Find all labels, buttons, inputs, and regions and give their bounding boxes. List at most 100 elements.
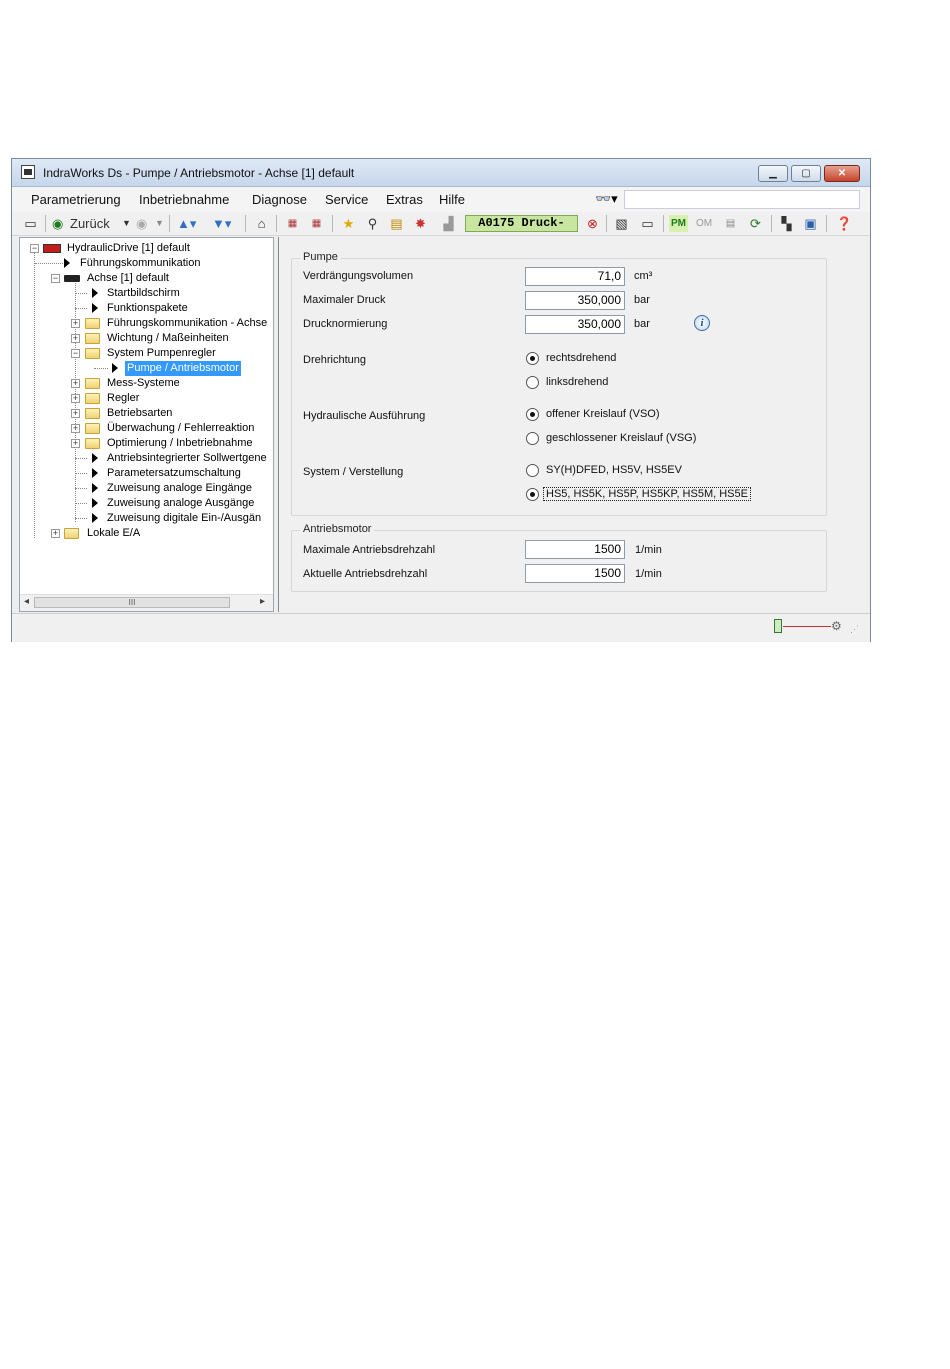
parameter-arrow-icon: [92, 288, 98, 298]
forward-dropdown-icon[interactable]: ▼: [155, 215, 164, 232]
favorite-star-icon[interactable]: ★: [340, 215, 357, 232]
axis-icon: [64, 275, 80, 282]
max-drehzahl-field[interactable]: 1500: [525, 540, 625, 559]
parameter-save-icon[interactable]: ▦: [308, 215, 325, 232]
binoculars-icon[interactable]: ⚲: [364, 215, 381, 232]
scroll-left-icon[interactable]: ◂: [24, 596, 29, 607]
druck-field[interactable]: 350,000: [525, 291, 625, 310]
expand-icon[interactable]: +: [71, 424, 80, 433]
verdraengung-unit: cm³: [634, 270, 653, 282]
parameter-arrow-icon: [64, 258, 70, 268]
expand-icon[interactable]: +: [71, 439, 80, 448]
window-arrange-icon[interactable]: ▚: [778, 215, 795, 232]
oscilloscope-icon[interactable]: ▧: [613, 215, 630, 232]
binoculars-search-icon[interactable]: 👓▾: [595, 191, 618, 207]
scroll-thumb[interactable]: III: [34, 597, 230, 608]
drive-device-icon: [43, 244, 61, 253]
menu-parametrierung[interactable]: Parametrierung: [31, 192, 121, 207]
resize-grip-icon[interactable]: ⋰: [850, 624, 859, 635]
home-icon[interactable]: ⌂: [253, 215, 270, 232]
back-arrow-icon[interactable]: ◉: [52, 215, 63, 232]
tree-connector: [75, 518, 87, 520]
mode-icon[interactable]: ▤: [722, 215, 739, 232]
om-mode-button[interactable]: OM: [696, 215, 712, 232]
parameter-load-icon[interactable]: ▦: [284, 215, 301, 232]
sy-dfed-radio[interactable]: [526, 464, 539, 477]
offener-kreislauf-radio[interactable]: [526, 408, 539, 421]
tree-connector: [75, 473, 87, 475]
device-status-icon[interactable]: ▟: [440, 215, 457, 232]
folder-icon: [85, 333, 100, 344]
linksdrehend-label[interactable]: linksdrehend: [546, 376, 608, 388]
close-button[interactable]: ✕: [824, 165, 860, 182]
tree-connector: [34, 250, 36, 538]
connection-line-icon: [783, 626, 831, 627]
back-button[interactable]: Zurück: [70, 215, 110, 232]
verdraengung-field[interactable]: 71,0: [525, 267, 625, 286]
menu-hilfe[interactable]: Hilfe: [439, 192, 465, 207]
title-bar: IndraWorks Ds - Pumpe / Antriebsmotor - …: [12, 159, 870, 187]
toolbar: ▭ ◉ Zurück ▼ ◉ ▼ ▲▾ ▼▾ ⌂ ▦ ▦ ★ ⚲ ▤ ✸ ▟ A…: [12, 212, 870, 236]
druck-unit: bar: [634, 294, 650, 306]
menu-diagnose[interactable]: Diagnose: [252, 192, 307, 207]
collapse-icon[interactable]: −: [30, 244, 39, 253]
clear-error-icon[interactable]: ⊗: [584, 215, 601, 232]
monitor-icon[interactable]: ▭: [639, 215, 656, 232]
tree-connector: [75, 458, 87, 460]
help-icon[interactable]: ❓: [836, 215, 853, 232]
horizontal-scrollbar[interactable]: ◂ III ▸: [20, 594, 273, 611]
search-input[interactable]: [624, 190, 860, 209]
calendar-icon[interactable]: ▤: [388, 215, 405, 232]
network-icon[interactable]: ▣: [802, 215, 819, 232]
normierung-field[interactable]: 350,000: [525, 315, 625, 334]
rechtsdrehend-radio[interactable]: [526, 352, 539, 365]
pm-mode-button[interactable]: PM: [669, 215, 688, 232]
collapse-icon[interactable]: −: [71, 349, 80, 358]
folder-open-icon: [85, 348, 100, 359]
refresh-icon[interactable]: ⟳: [747, 215, 764, 232]
geschlossener-kreislauf-radio[interactable]: [526, 432, 539, 445]
druck-label: Maximaler Druck: [303, 294, 386, 306]
maximize-button[interactable]: ▢: [791, 165, 821, 182]
offener-kreislauf-label[interactable]: offener Kreislauf (VSO): [546, 408, 660, 420]
expand-icon[interactable]: +: [71, 319, 80, 328]
folder-icon: [85, 318, 100, 329]
menu-extras[interactable]: Extras: [386, 192, 423, 207]
normierung-unit: bar: [634, 318, 650, 330]
diagnostic-status-display: A0175 Druck-: [465, 215, 578, 232]
scroll-right-icon[interactable]: ▸: [260, 596, 265, 607]
info-icon[interactable]: i: [694, 315, 710, 331]
rechtsdrehend-label[interactable]: rechtsdrehend: [546, 352, 616, 364]
toolbar-separator: [826, 215, 827, 232]
down-arrow-icon[interactable]: ▼▾: [212, 215, 231, 232]
hs5-label[interactable]: HS5, HS5K, HS5P, HS5KP, HS5M, HS5E: [543, 487, 751, 501]
system-verstellung-label: System / Verstellung: [303, 466, 404, 478]
parameter-panel: Pumpe Verdrängungsvolumen 71,0 cm³ Maxim…: [278, 237, 867, 612]
project-tree: − HydraulicDrive [1] default Führungskom…: [19, 237, 274, 612]
menu-service[interactable]: Service: [325, 192, 368, 207]
window-layout-icon[interactable]: ▭: [22, 215, 39, 232]
error-star-icon[interactable]: ✸: [412, 215, 429, 232]
hs5-radio[interactable]: [526, 488, 539, 501]
expand-icon[interactable]: +: [51, 529, 60, 538]
geschlossener-kreislauf-label[interactable]: geschlossener Kreislauf (VSG): [546, 432, 696, 444]
sy-dfed-label[interactable]: SY(H)DFED, HS5V, HS5EV: [546, 464, 682, 476]
parameter-arrow-icon: [92, 468, 98, 478]
up-arrow-icon[interactable]: ▲▾: [177, 215, 196, 232]
expand-icon[interactable]: +: [71, 409, 80, 418]
back-dropdown-icon[interactable]: ▼: [122, 215, 131, 232]
minimize-button[interactable]: ▁: [758, 165, 788, 182]
folder-icon: [85, 423, 100, 434]
tree-connector: [75, 308, 87, 310]
app-icon: [21, 165, 35, 179]
linksdrehend-radio[interactable]: [526, 376, 539, 389]
akt-drehzahl-field[interactable]: 1500: [525, 564, 625, 583]
menu-inbetriebnahme[interactable]: Inbetriebnahme: [139, 192, 229, 207]
expand-icon[interactable]: +: [71, 394, 80, 403]
expand-icon[interactable]: +: [71, 379, 80, 388]
expand-icon[interactable]: +: [71, 334, 80, 343]
collapse-icon[interactable]: −: [51, 274, 60, 283]
forward-arrow-icon[interactable]: ◉: [136, 215, 147, 232]
max-drehzahl-unit: 1/min: [635, 544, 662, 556]
folder-icon: [85, 378, 100, 389]
